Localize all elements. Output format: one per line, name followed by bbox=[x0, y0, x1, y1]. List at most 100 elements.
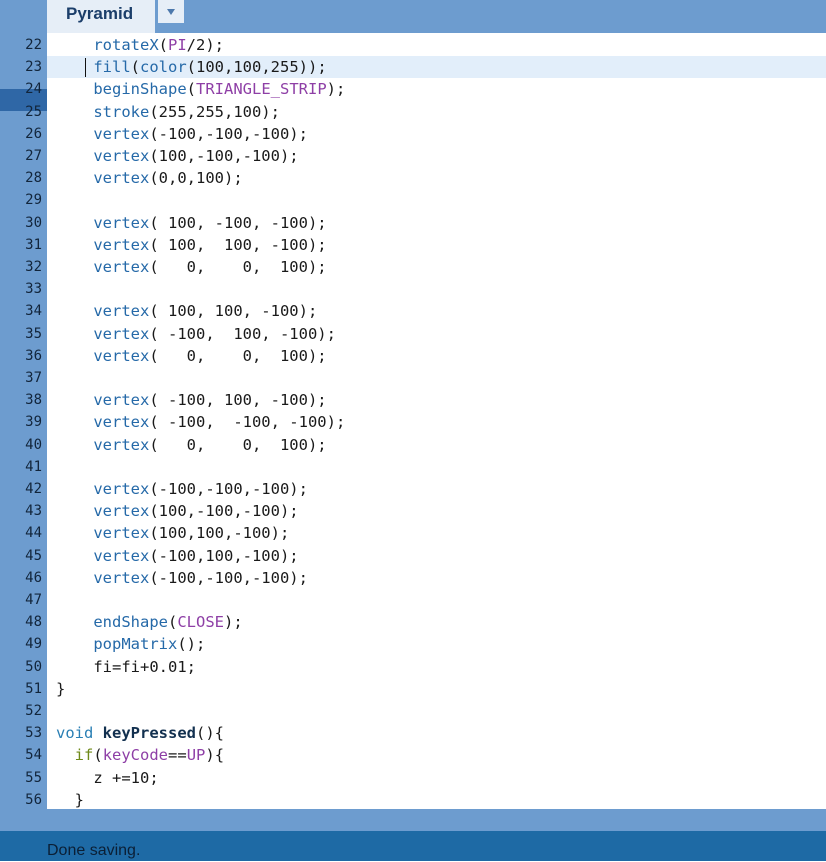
line-number: 39 bbox=[25, 414, 42, 431]
code-token: beginShape bbox=[93, 80, 187, 99]
line-number: 23 bbox=[25, 59, 42, 76]
tab-menu-button[interactable] bbox=[158, 0, 184, 23]
code-token: vertex bbox=[93, 502, 150, 521]
code-token: (100,100,255)); bbox=[186, 58, 327, 77]
code-line: vertex(-100,-100,-100); bbox=[56, 123, 308, 145]
code-token: ( -100, -100, -100); bbox=[149, 413, 346, 432]
code-token: ( bbox=[93, 746, 103, 765]
status-bar: Done saving. bbox=[0, 831, 826, 861]
code-line: vertex(-100,-100,-100); bbox=[56, 478, 308, 500]
code-line: vertex( 100, 100, -100); bbox=[56, 234, 326, 256]
line-number: 40 bbox=[25, 436, 42, 453]
line-number: 45 bbox=[25, 547, 42, 564]
code-token: ); bbox=[224, 613, 243, 632]
code-editor[interactable]: rotateX(PI/2); fill(color(100,100,255));… bbox=[47, 33, 826, 809]
code-token: (-100,-100,-100); bbox=[149, 480, 308, 498]
line-number: 24 bbox=[25, 81, 42, 98]
code-token: (100,-100,-100); bbox=[149, 502, 299, 521]
line-number: 54 bbox=[25, 747, 42, 764]
line-number: 52 bbox=[25, 703, 42, 719]
code-line: void keyPressed(){ bbox=[56, 722, 224, 744]
line-number: 48 bbox=[25, 614, 42, 631]
line-number: 46 bbox=[25, 569, 42, 586]
line-number: 34 bbox=[25, 303, 42, 320]
line-number: 28 bbox=[25, 170, 42, 187]
line-number: 50 bbox=[25, 658, 42, 675]
code-token: UP bbox=[186, 746, 206, 765]
code-token: vertex bbox=[93, 258, 150, 276]
code-token: ( 100, 100, -100); bbox=[149, 302, 318, 321]
code-token: keyPressed bbox=[102, 724, 196, 743]
code-token: ( bbox=[158, 36, 168, 54]
code-token: ); bbox=[326, 80, 346, 99]
code-token: (-100,-100,-100); bbox=[149, 124, 308, 143]
code-token: == bbox=[168, 746, 187, 765]
code-line: stroke(255,255,100); bbox=[56, 101, 280, 123]
code-line: beginShape(TRIANGLE_STRIP); bbox=[56, 78, 345, 100]
line-number: 49 bbox=[25, 636, 42, 653]
code-token: (255,255,100); bbox=[149, 102, 280, 121]
line-number: 56 bbox=[25, 791, 42, 808]
code-token: vertex bbox=[93, 524, 150, 543]
code-token: vertex bbox=[93, 480, 150, 498]
horizontal-scrollbar[interactable] bbox=[0, 809, 826, 831]
code-token: ( -100, 100, -100); bbox=[149, 391, 327, 410]
code-line: vertex( -100, 100, -100); bbox=[56, 323, 336, 345]
line-number: 44 bbox=[25, 525, 42, 542]
code-line: popMatrix(); bbox=[56, 633, 205, 655]
code-token: vertex bbox=[93, 124, 150, 143]
line-number: 22 bbox=[25, 37, 42, 53]
code-token: (0,0,100); bbox=[149, 169, 243, 188]
line-number: 36 bbox=[25, 347, 42, 364]
code-token: ( 0, 0, 100); bbox=[149, 435, 327, 454]
code-token: (){ bbox=[196, 724, 224, 743]
code-token: ( bbox=[130, 58, 140, 77]
code-token: vertex bbox=[93, 391, 150, 410]
code-token: keyCode bbox=[102, 746, 169, 765]
code-token: /2); bbox=[186, 36, 224, 54]
code-token: } bbox=[56, 790, 84, 809]
code-token: ( bbox=[186, 80, 196, 99]
line-number: 55 bbox=[25, 769, 42, 786]
line-number: 31 bbox=[25, 236, 42, 253]
code-line: z +=10; bbox=[56, 767, 158, 789]
code-line: rotateX(PI/2); bbox=[56, 34, 224, 56]
code-line: vertex( 0, 0, 100); bbox=[56, 434, 327, 456]
code-token: popMatrix bbox=[93, 635, 178, 654]
code-line: endShape(CLOSE); bbox=[56, 611, 243, 633]
line-number: 32 bbox=[25, 259, 42, 275]
code-line: vertex(100,-100,-100); bbox=[56, 500, 299, 522]
code-line: vertex( 0, 0, 100); bbox=[56, 256, 326, 278]
code-token: (100,-100,-100); bbox=[149, 147, 299, 165]
tab-bar: Pyramid bbox=[0, 0, 826, 33]
code-token: (-100,100,-100); bbox=[149, 546, 299, 565]
dropdown-arrow-icon bbox=[166, 8, 176, 16]
line-number: 43 bbox=[25, 503, 42, 520]
code-line: fill(color(100,100,255)); bbox=[56, 56, 327, 78]
code-token: (100,100,-100); bbox=[149, 524, 290, 543]
code-line: if(keyCode==UP){ bbox=[56, 744, 224, 766]
code-token: if bbox=[74, 746, 94, 765]
line-number: 51 bbox=[25, 680, 42, 697]
code-line: vertex(100,-100,-100); bbox=[56, 145, 299, 167]
line-number: 42 bbox=[25, 481, 42, 497]
line-number: 38 bbox=[25, 392, 42, 409]
code-line: fi=fi+0.01; bbox=[56, 656, 196, 678]
line-number: 25 bbox=[25, 103, 42, 120]
code-token: ( bbox=[167, 613, 178, 632]
tab-pyramid[interactable]: Pyramid bbox=[47, 0, 155, 33]
line-number: 33 bbox=[25, 281, 42, 298]
code-token: endShape bbox=[93, 613, 168, 632]
